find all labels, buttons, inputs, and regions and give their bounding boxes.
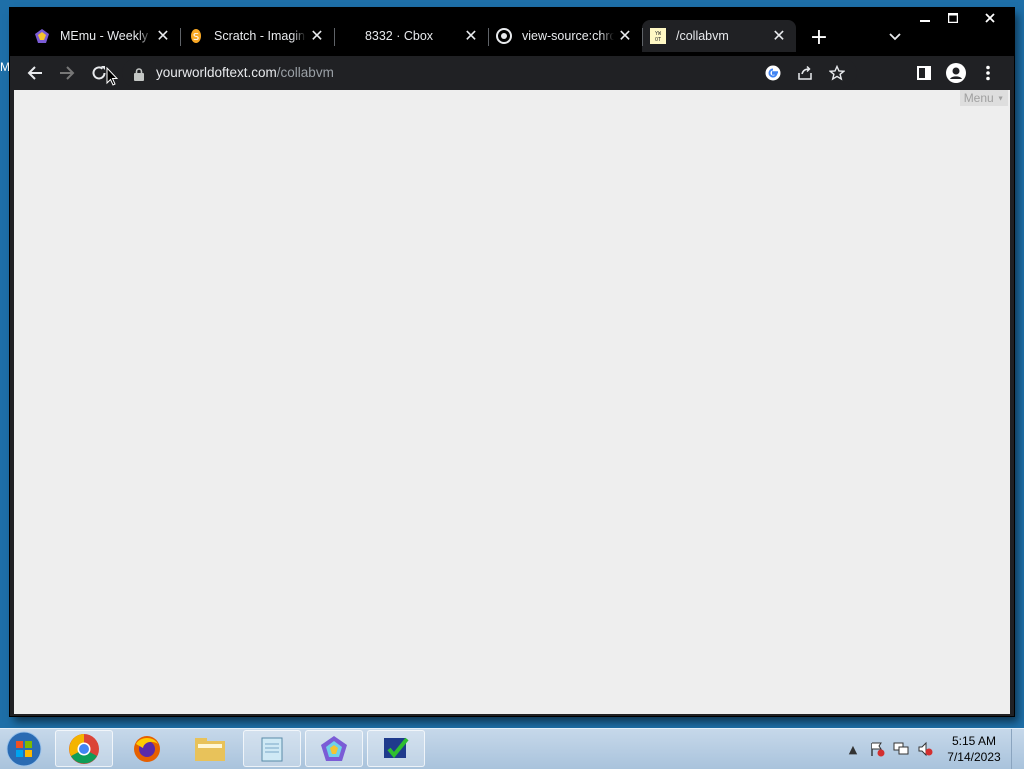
reload-icon: [92, 66, 106, 80]
arrow-left-icon: [27, 66, 42, 80]
share-button[interactable]: [789, 61, 821, 85]
star-icon: [829, 65, 845, 81]
tab-title: view-source:chro: [522, 29, 614, 43]
start-button[interactable]: [4, 730, 44, 768]
close-tab-icon[interactable]: ✕: [460, 25, 482, 47]
tab-scratch[interactable]: S Scratch - Imagine ✕: [180, 20, 334, 52]
ywot-menu-button[interactable]: Menu ▼: [959, 90, 1008, 106]
tab-collabvm[interactable]: YW OT /collabvm ✕: [642, 20, 796, 52]
close-tab-icon[interactable]: ✕: [152, 25, 174, 47]
svg-text:OT: OT: [655, 37, 661, 43]
page-viewport[interactable]: Menu ▼: [14, 90, 1010, 714]
svg-text:S: S: [193, 32, 199, 43]
firefox-icon: [134, 735, 160, 762]
chrome-icon: [496, 28, 512, 44]
desktop-edge-label: M: [0, 60, 10, 74]
back-button[interactable]: [20, 58, 50, 88]
ywot-icon: YW OT: [650, 28, 666, 44]
tabs: MEmu - Weekly T ✕ S Scratch - Imagine ✕ …: [26, 20, 796, 52]
file-explorer-icon: [195, 737, 225, 761]
kebab-menu-icon: [986, 65, 990, 81]
taskbar-chrome[interactable]: [55, 730, 113, 767]
taskbar-firefox[interactable]: [118, 730, 176, 767]
tab-strip: MEmu - Weekly T ✕ S Scratch - Imagine ✕ …: [10, 8, 1014, 56]
tab-title: Scratch - Imagine: [214, 29, 306, 43]
forward-button[interactable]: [52, 58, 82, 88]
window-controls: [910, 8, 1012, 30]
close-tab-icon[interactable]: ✕: [614, 25, 636, 47]
volume-muted-icon[interactable]: [914, 738, 936, 760]
close-tab-icon[interactable]: ✕: [306, 25, 328, 47]
scratch-icon: S: [188, 28, 204, 44]
maximize-icon: [948, 13, 958, 23]
google-lens-button[interactable]: [757, 61, 789, 85]
chrome-window: MEmu - Weekly T ✕ S Scratch - Imagine ✕ …: [10, 8, 1014, 716]
minimize-button[interactable]: [912, 8, 938, 28]
tab-view-source[interactable]: view-source:chro ✕: [488, 20, 642, 52]
profile-button[interactable]: [940, 58, 972, 88]
taskbar: ▲ 5:15 AM 7/14/2023: [0, 728, 1024, 769]
side-panel-button[interactable]: [908, 58, 940, 88]
chrome-icon: [69, 733, 99, 764]
url-text: yourworldoftext.com/collabvm: [156, 65, 334, 80]
taskbar-file-explorer[interactable]: [181, 730, 239, 767]
show-hidden-icons-button[interactable]: ▲: [842, 738, 864, 760]
memu-icon: [34, 28, 50, 44]
google-icon: [765, 65, 781, 81]
url-host: yourworldoftext.com: [156, 65, 277, 80]
omnibox-actions: [757, 61, 853, 85]
avatar-icon: [946, 63, 966, 83]
lock-icon: [134, 66, 144, 85]
tab-title: 8332 · Cbox: [364, 29, 434, 43]
show-desktop-button[interactable]: [1011, 729, 1024, 769]
share-icon: [798, 65, 812, 80]
close-window-button[interactable]: [968, 8, 1012, 28]
chevron-down-icon: [889, 33, 901, 41]
notepad-icon: [261, 737, 283, 761]
address-bar[interactable]: yourworldoftext.com/collabvm: [122, 58, 857, 88]
tab-title: /collabvm: [676, 29, 729, 43]
browser-toolbar: yourworldoftext.com/collabvm: [10, 56, 1014, 90]
tab-cbox[interactable]: 8332 · Cbox ✕: [334, 20, 488, 52]
bookmark-button[interactable]: [821, 61, 853, 85]
taskbar-tasks[interactable]: [367, 730, 425, 767]
arrow-right-icon: [60, 66, 75, 80]
clock-time: 5:15 AM: [951, 734, 997, 748]
side-panel-icon: [917, 66, 931, 80]
tab-memu[interactable]: MEmu - Weekly T ✕: [26, 20, 180, 52]
caret-down-icon: ▼: [997, 95, 1004, 103]
chrome-menu-button[interactable]: [972, 58, 1004, 88]
close-tab-icon[interactable]: ✕: [768, 25, 790, 47]
mouse-cursor-icon: [106, 66, 119, 90]
maximize-button[interactable]: [940, 8, 966, 28]
tab-search-button[interactable]: [882, 24, 908, 50]
system-clock[interactable]: 5:15 AM 7/14/2023: [938, 733, 1010, 765]
url-path: /collabvm: [276, 65, 334, 80]
close-icon: [985, 13, 995, 23]
network-icon[interactable]: [890, 738, 912, 760]
memu-icon: [321, 735, 347, 761]
tasks-icon: [384, 737, 409, 758]
notification-area: ▲: [842, 729, 938, 769]
taskbar-memu[interactable]: [305, 730, 363, 767]
windows-start-icon: [6, 731, 42, 767]
minimize-icon: [920, 20, 930, 22]
menu-label: Menu: [963, 91, 994, 105]
action-center-flag-icon[interactable]: [866, 738, 888, 760]
taskbar-notepad[interactable]: [243, 730, 301, 767]
clock-date: 7/14/2023: [947, 750, 1001, 764]
new-tab-button[interactable]: +: [806, 24, 832, 50]
tab-title: MEmu - Weekly T: [60, 29, 152, 43]
